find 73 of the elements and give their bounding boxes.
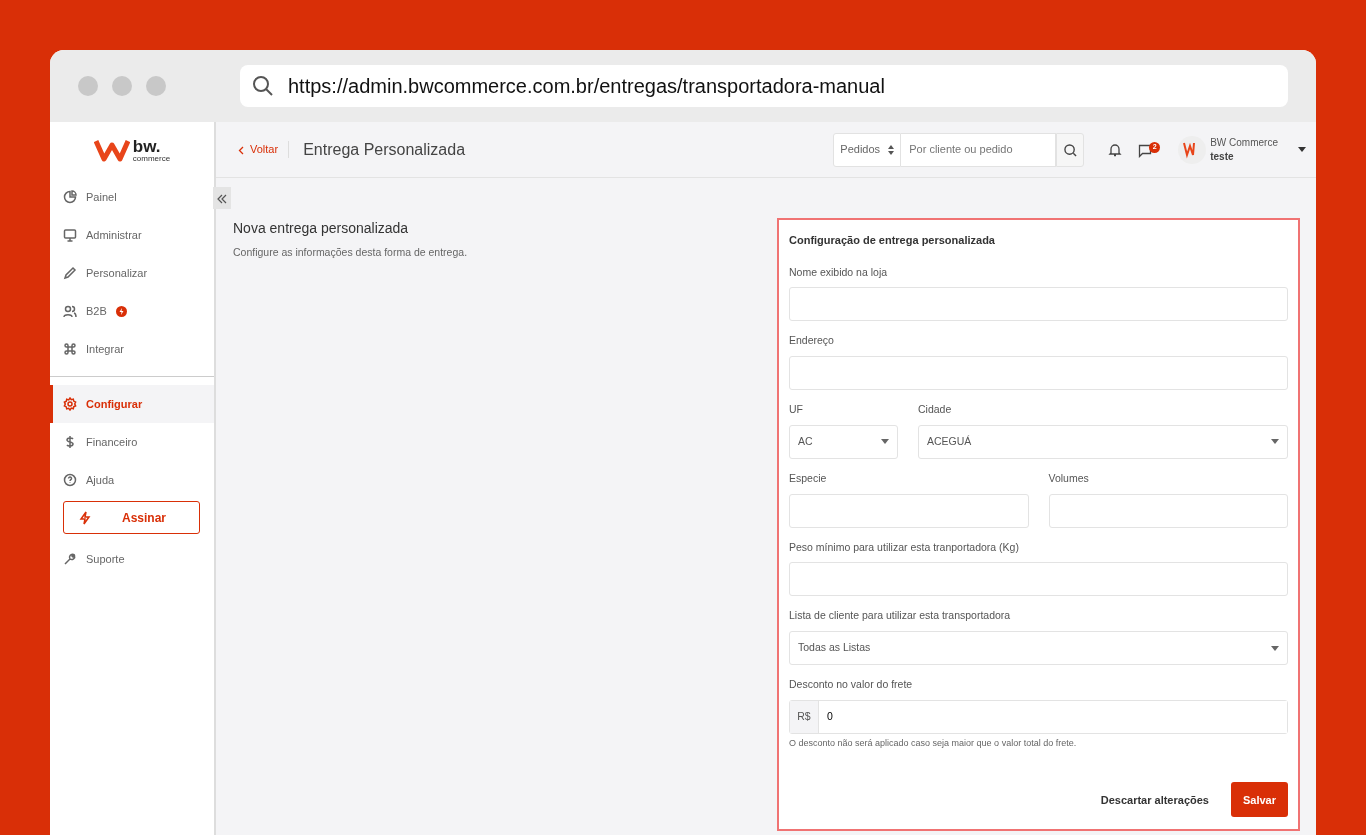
search-icon xyxy=(252,75,274,97)
text-field[interactable] xyxy=(1048,493,1288,528)
monitor-icon xyxy=(63,228,77,242)
user-name: BW Commerce xyxy=(1210,135,1278,150)
sidebar-item[interactable]: Administrar xyxy=(50,216,214,254)
text-field[interactable] xyxy=(789,493,1029,528)
field-label: Especie xyxy=(789,470,828,486)
field-label: Desconto no valor do frete xyxy=(789,677,914,692)
wrench-icon xyxy=(63,552,77,566)
section-title: Nova entrega personalizada xyxy=(233,219,410,238)
sidebar-item[interactable]: Integrar xyxy=(50,330,214,368)
field-label: Volumes xyxy=(1048,470,1090,486)
currency-field[interactable]: R$ 0 xyxy=(789,699,1288,734)
sidebar-item[interactable]: Personalizar xyxy=(50,254,214,292)
window-control[interactable] xyxy=(146,76,166,96)
sort-icon xyxy=(888,144,895,155)
caret-icon[interactable] xyxy=(1298,147,1306,152)
sidebar-item[interactable]: Suporte xyxy=(50,540,214,578)
sidebar-item[interactable]: Ajuda xyxy=(50,461,214,499)
search-button[interactable] xyxy=(1056,132,1085,167)
lightning-icon xyxy=(78,510,92,525)
sidebar-item[interactable]: Financeiro xyxy=(50,423,214,461)
dollar-icon xyxy=(63,435,77,449)
page-title: Entrega Personalizada xyxy=(303,139,466,160)
currency-prefix: R$ xyxy=(790,700,819,733)
double-chevron-icon xyxy=(217,193,227,204)
select-field[interactable]: AC xyxy=(789,424,898,459)
logo-text: bw. xyxy=(132,137,162,155)
users-icon xyxy=(63,304,77,318)
sidebar-item[interactable]: B2B xyxy=(50,292,214,330)
save-button[interactable]: Salvar xyxy=(1230,782,1288,818)
field-label: Nome exibido na loja xyxy=(789,264,889,280)
chevron-left-icon xyxy=(238,145,244,155)
caret-icon xyxy=(1271,439,1279,445)
field-label: UF xyxy=(789,402,804,417)
text-field[interactable] xyxy=(789,287,1288,322)
pencil-icon xyxy=(63,266,77,280)
caret-icon xyxy=(1271,645,1279,651)
pie-chart-icon xyxy=(63,190,77,204)
settings-icon xyxy=(63,397,77,411)
help-text: O desconto não será aplicado caso seja maior que o valor total do frete. xyxy=(789,736,1078,750)
field-label: Peso mínimo para utilizar esta tranportadora (Kg) xyxy=(789,539,1020,555)
caret-icon xyxy=(881,439,889,445)
window-control[interactable] xyxy=(112,76,132,96)
address-bar[interactable]: https://admin.bwcommerce.com.br/entregas/transportadora-manual xyxy=(240,65,1288,107)
bell-icon[interactable] xyxy=(1108,142,1123,157)
text-field[interactable] xyxy=(789,356,1288,390)
field-label: Endereço xyxy=(789,333,835,349)
command-icon xyxy=(63,342,77,356)
back-link[interactable]: Voltar xyxy=(238,141,290,158)
logo-icon xyxy=(93,137,130,163)
window-control[interactable] xyxy=(78,76,98,96)
scope-select[interactable]: Pedidos xyxy=(833,132,902,167)
store-name: teste xyxy=(1210,149,1235,164)
field-label: Lista de cliente para utilizar esta transportadora xyxy=(789,608,1012,624)
url-text: https://admin.bwcommerce.com.br/entregas/transportadora-manual xyxy=(288,74,885,99)
avatar-icon[interactable] xyxy=(1178,135,1207,164)
sidebar-item[interactable]: Configurar xyxy=(50,385,214,423)
form-title: Configuração de entrega personalizada xyxy=(789,233,996,248)
subscribe-button[interactable]: Assinar xyxy=(63,501,200,534)
message-icon[interactable] xyxy=(1138,143,1153,158)
help-icon xyxy=(63,473,77,487)
field-label: Cidade xyxy=(918,402,953,417)
section-subtitle: Configure as informações desta forma de entrega. xyxy=(233,245,469,260)
select-field[interactable]: ACEGUÁ xyxy=(918,424,1288,459)
collapse-button[interactable] xyxy=(213,187,231,209)
discard-button[interactable]: Descartar alterações xyxy=(1094,790,1215,809)
text-field[interactable] xyxy=(789,562,1288,597)
logo-tagline: commerce xyxy=(132,154,171,163)
sidebar-item[interactable]: Painel xyxy=(50,178,214,216)
search-icon xyxy=(1063,143,1077,157)
select-field[interactable]: Todas as Listas xyxy=(789,631,1288,665)
search-field[interactable]: Por cliente ou pedido xyxy=(901,132,1057,167)
